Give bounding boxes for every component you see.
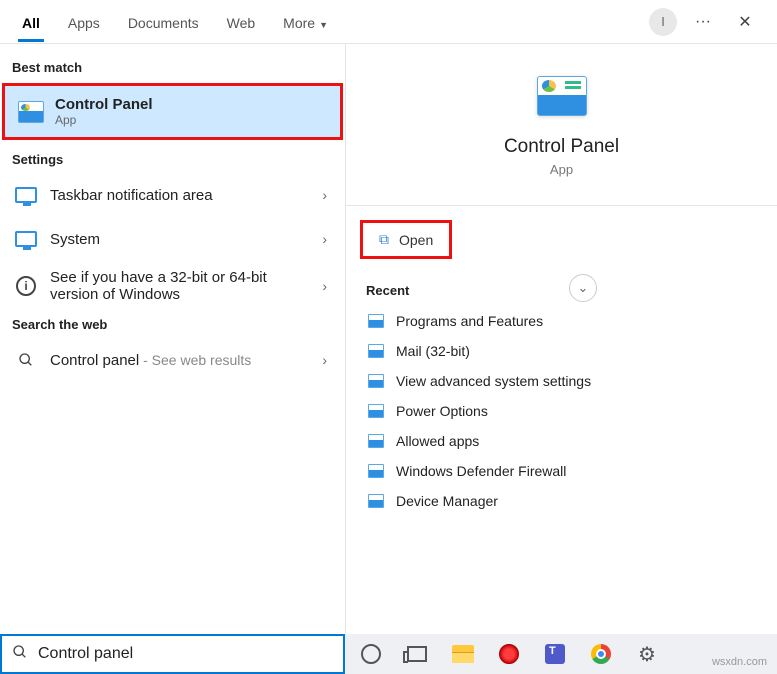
watermark: wsxdn.com [712,656,767,668]
tab-more[interactable]: More ▼ [269,3,342,41]
recent-label: Recent [346,269,777,306]
recent-item[interactable]: Power Options [346,396,777,426]
best-match-subtitle: App [55,113,153,127]
open-icon: ⧉ [379,231,389,248]
detail-panel: Control Panel App ⧉ Open ⌄ Recent Progra… [345,44,777,634]
chevron-down-icon: ▼ [319,20,328,30]
recent-icon [368,494,384,508]
best-match-title: Control Panel [55,96,153,113]
search-input[interactable] [38,645,333,663]
monitor-icon [12,181,40,209]
taskbar: ⚙ [345,634,777,674]
recent-item-label: Power Options [396,403,488,419]
control-panel-icon [537,76,587,116]
recent-item-label: Windows Defender Firewall [396,463,566,479]
opera-icon[interactable] [497,642,521,666]
filter-tabs: All Apps Documents Web More ▼ [8,3,649,41]
control-panel-icon [17,98,45,126]
recent-icon [368,404,384,418]
settings-label: Settings [0,146,345,173]
recent-icon [368,344,384,358]
open-label: Open [399,232,433,248]
settings-item-taskbar[interactable]: Taskbar notification area › [0,173,345,217]
best-match-item[interactable]: Control Panel App [2,83,343,140]
settings-gear-icon[interactable]: ⚙ [635,642,659,666]
recent-item-label: Allowed apps [396,433,479,449]
results-panel: Best match Control Panel App Settings Ta… [0,44,345,634]
settings-item-system[interactable]: System › [0,217,345,261]
recent-item[interactable]: Device Manager [346,486,777,516]
detail-title: Control Panel [366,136,757,158]
recent-icon [368,464,384,478]
more-options-icon[interactable]: ··· [687,6,719,38]
settings-item-title: See if you have a 32-bit or 64-bit versi… [50,269,290,303]
web-label: Search the web [0,311,345,338]
file-explorer-icon[interactable] [451,642,475,666]
chevron-right-icon: › [316,187,333,203]
chevron-right-icon: › [316,352,333,368]
recent-item[interactable]: Allowed apps [346,426,777,456]
tab-web[interactable]: Web [213,3,270,41]
recent-item-label: Programs and Features [396,313,543,329]
best-match-text: Control Panel App [55,96,153,127]
tab-documents[interactable]: Documents [114,3,213,41]
task-view-icon[interactable] [405,642,429,666]
recent-icon [368,314,384,328]
info-icon: i [12,272,40,300]
monitor-icon [12,225,40,253]
bottom-bar: ⚙ [0,634,777,674]
chevron-right-icon: › [316,231,333,247]
recent-item[interactable]: Windows Defender Firewall [346,456,777,486]
settings-item-bitness[interactable]: i See if you have a 32-bit or 64-bit ver… [0,261,345,311]
chevron-right-icon: › [316,278,333,294]
web-item-title: Control panel - See web results [50,352,251,369]
tab-all[interactable]: All [8,3,54,41]
recent-item-label: View advanced system settings [396,373,591,389]
chrome-icon[interactable] [589,642,613,666]
recent-icon [368,434,384,448]
tab-more-label: More [283,15,315,31]
expand-icon[interactable]: ⌄ [569,274,597,302]
web-search-item[interactable]: Control panel - See web results › [0,338,345,382]
search-body: Best match Control Panel App Settings Ta… [0,44,777,634]
best-match-label: Best match [0,54,345,81]
user-avatar[interactable]: I [649,8,677,36]
settings-item-title: Taskbar notification area [50,187,213,204]
recent-item[interactable]: View advanced system settings [346,366,777,396]
settings-item-title: System [50,231,100,248]
recent-item[interactable]: Programs and Features [346,306,777,336]
recent-item[interactable]: Mail (32-bit) [346,336,777,366]
recent-icon [368,374,384,388]
recent-item-label: Device Manager [396,493,498,509]
search-icon [12,346,40,374]
tab-apps[interactable]: Apps [54,3,114,41]
teams-icon[interactable] [543,642,567,666]
detail-subtitle: App [366,162,757,177]
recent-item-label: Mail (32-bit) [396,343,470,359]
separator [346,205,777,206]
search-box[interactable] [0,634,345,674]
open-button[interactable]: ⧉ Open [360,220,452,259]
close-icon[interactable]: ✕ [729,6,761,38]
cortana-icon[interactable] [359,642,383,666]
detail-header: Control Panel App [346,44,777,205]
search-icon [12,644,28,665]
header-actions: I ··· ✕ [649,6,769,38]
search-header: All Apps Documents Web More ▼ I ··· ✕ [0,0,777,44]
